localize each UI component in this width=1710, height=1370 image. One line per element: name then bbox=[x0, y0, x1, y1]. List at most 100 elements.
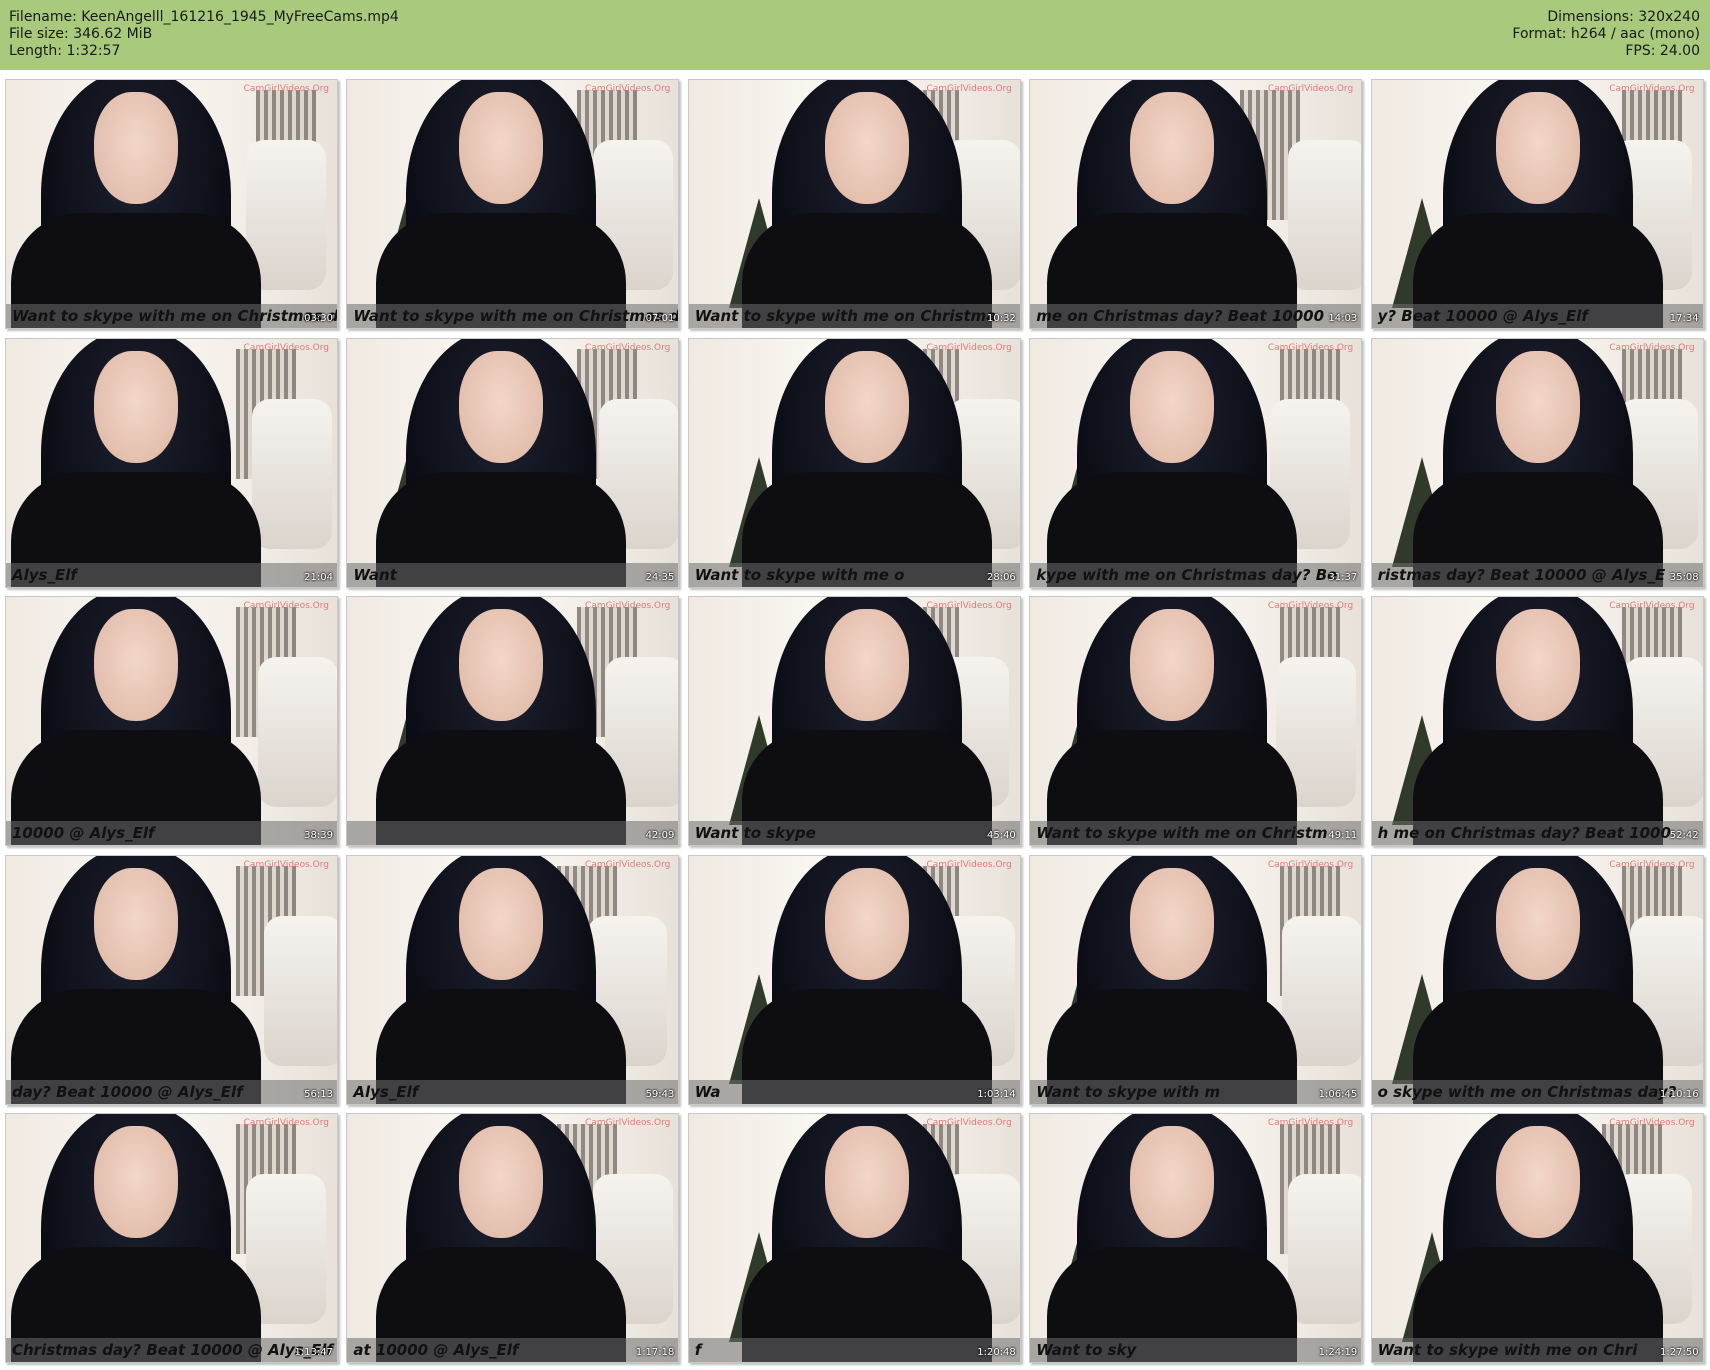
thumbnail[interactable]: CamGirlVideos.Org Want to sky 1:24:19 bbox=[1029, 1113, 1363, 1363]
timestamp: 49:11 bbox=[1328, 830, 1358, 841]
caption-text: Want bbox=[353, 565, 397, 584]
video-frame bbox=[6, 338, 337, 587]
watermark: CamGirlVideos.Org bbox=[1267, 84, 1354, 94]
timestamp: 1:06:45 bbox=[1318, 1088, 1358, 1100]
caption-bar bbox=[688, 1079, 1020, 1104]
dimensions-text: Dimensions: 320x240 bbox=[1547, 9, 1700, 25]
watermark: CamGirlVideos.Org bbox=[243, 84, 329, 94]
video-frame bbox=[1030, 597, 1362, 845]
timestamp: 1:13:47 bbox=[294, 1347, 333, 1358]
timestamp: 1:27:50 bbox=[1660, 1347, 1699, 1358]
thumbnail[interactable]: CamGirlVideos.Org Alys_Elf 21:04 bbox=[5, 337, 338, 588]
watermark: CamGirlVideos.Org bbox=[243, 859, 329, 870]
watermark: CamGirlVideos.Org bbox=[585, 1118, 671, 1128]
caption-text: Want to skype with me on Christm bbox=[1036, 824, 1328, 842]
meta-right: Dimensions: 320x240 Format: h264 / aac (… bbox=[1512, 9, 1700, 60]
thumbnail[interactable]: CamGirlVideos.Org Want 24:35 bbox=[346, 337, 680, 588]
thumbnail[interactable]: CamGirlVideos.Org Christmas day? Beat 100… bbox=[5, 1113, 338, 1363]
timestamp: 1:17:18 bbox=[635, 1347, 675, 1358]
format-text: Format: h264 / aac (mono) bbox=[1512, 26, 1700, 42]
caption-text: Want to skype bbox=[694, 824, 816, 842]
watermark: CamGirlVideos.Org bbox=[1267, 1118, 1354, 1128]
video-frame bbox=[6, 855, 337, 1104]
thumbnail[interactable]: CamGirlVideos.Org 10000 @ Alys_Elf 38:39 bbox=[5, 596, 338, 846]
caption-bar bbox=[688, 1338, 1020, 1362]
caption-text: Want to skype with me o bbox=[694, 565, 905, 584]
thumbnail[interactable]: CamGirlVideos.Org ristmas day? Beat 10000… bbox=[1370, 337, 1704, 588]
info-header: Filename: KeenAngelll_161216_1945_MyFree… bbox=[0, 0, 1710, 70]
video-frame bbox=[347, 855, 679, 1104]
thumbnail[interactable]: CamGirlVideos.Org Wa 1:03:14 bbox=[687, 854, 1021, 1105]
video-frame bbox=[1030, 1114, 1362, 1362]
video-frame bbox=[1371, 855, 1703, 1104]
thumbnail[interactable]: CamGirlVideos.Org Want to skype with me o… bbox=[346, 79, 680, 329]
caption-bar bbox=[347, 821, 679, 845]
video-frame bbox=[1030, 338, 1362, 587]
watermark: CamGirlVideos.Org bbox=[926, 342, 1012, 353]
watermark: CamGirlVideos.Org bbox=[243, 1118, 329, 1128]
thumbnail[interactable]: CamGirlVideos.Org kype with me on Christm… bbox=[1029, 337, 1363, 588]
video-frame bbox=[1371, 80, 1703, 328]
thumbnail[interactable]: CamGirlVideos.Org Want to skype with me o… bbox=[687, 79, 1021, 329]
timestamp: 1:24:19 bbox=[1318, 1347, 1358, 1358]
thumbnail[interactable]: CamGirlVideos.Org o skype with me on Chri… bbox=[1370, 854, 1704, 1105]
video-frame bbox=[347, 338, 679, 587]
video-frame bbox=[6, 597, 337, 845]
caption-text: me on Christmas day? Beat 10000 bbox=[1036, 307, 1325, 325]
caption-text: Want to skype with me on Christmas d bbox=[353, 307, 680, 325]
timestamp: 14:03 bbox=[1328, 313, 1358, 324]
video-frame bbox=[688, 1114, 1020, 1362]
thumbnail[interactable]: CamGirlVideos.Org Want to skype with me o… bbox=[687, 337, 1021, 588]
timestamp: 38:39 bbox=[304, 830, 333, 841]
thumbnail[interactable]: CamGirlVideos.Org Want to skype with me o… bbox=[5, 79, 338, 329]
watermark: CamGirlVideos.Org bbox=[1267, 342, 1354, 353]
thumbnail-grid: CamGirlVideos.Org Want to skype with me o… bbox=[5, 79, 1707, 1367]
thumbnail[interactable]: CamGirlVideos.Org Alys_Elf 59:43 bbox=[346, 854, 680, 1105]
timestamp: 35:08 bbox=[1669, 571, 1699, 583]
video-frame bbox=[688, 855, 1020, 1104]
video-frame bbox=[688, 597, 1020, 845]
watermark: CamGirlVideos.Org bbox=[1609, 601, 1695, 611]
thumbnail[interactable]: CamGirlVideos.Org Want to skype with me o… bbox=[1370, 1113, 1704, 1363]
timestamp: 17:34 bbox=[1669, 313, 1699, 324]
thumbnail[interactable]: CamGirlVideos.Org 42:09 bbox=[346, 596, 680, 846]
timestamp: 07:01 bbox=[645, 313, 675, 324]
caption-text: Alys_Elf bbox=[353, 1082, 419, 1101]
caption-text: Want to skype with me on Christmas day? bbox=[12, 307, 338, 325]
thumbnail[interactable]: CamGirlVideos.Org day? Beat 10000 @ Alys_… bbox=[5, 854, 338, 1105]
watermark: CamGirlVideos.Org bbox=[1267, 601, 1354, 611]
file-size-text: File size: 346.62 MiB bbox=[9, 26, 153, 42]
video-frame bbox=[347, 597, 679, 845]
thumbnail[interactable]: CamGirlVideos.Org at 10000 @ Alys_Elf 1:17… bbox=[346, 1113, 680, 1363]
watermark: CamGirlVideos.Org bbox=[926, 84, 1012, 94]
thumbnail[interactable]: CamGirlVideos.Org Want to skype 45:40 bbox=[687, 596, 1021, 846]
thumbnail[interactable]: CamGirlVideos.Org Want to skype with me o… bbox=[1029, 596, 1363, 846]
caption-text: ristmas day? Beat 10000 @ Alys_E bbox=[1377, 565, 1666, 584]
thumbnail[interactable]: CamGirlVideos.Org h me on Christmas day? … bbox=[1370, 596, 1704, 846]
thumbnail[interactable]: CamGirlVideos.Org Want to skype with m 1:0… bbox=[1029, 854, 1363, 1105]
caption-text: kype with me on Christmas day? Be bbox=[1036, 565, 1338, 584]
watermark: CamGirlVideos.Org bbox=[926, 601, 1012, 611]
thumbnail[interactable]: CamGirlVideos.Org me on Christmas day? Be… bbox=[1029, 79, 1363, 329]
timestamp: 42:09 bbox=[645, 830, 675, 841]
video-frame bbox=[1371, 338, 1703, 587]
timestamp: 03:30 bbox=[304, 313, 333, 324]
caption-text: o skype with me on Christmas day? bbox=[1377, 1082, 1677, 1101]
timestamp: 59:43 bbox=[645, 1088, 675, 1100]
video-frame bbox=[1371, 597, 1703, 845]
caption-text: f bbox=[694, 1341, 702, 1359]
video-frame bbox=[1030, 80, 1362, 328]
thumbnail[interactable]: CamGirlVideos.Org y? Beat 10000 @ Alys_El… bbox=[1370, 79, 1704, 329]
watermark: CamGirlVideos.Org bbox=[1609, 84, 1695, 94]
video-frame bbox=[6, 80, 337, 328]
timestamp: 56:13 bbox=[304, 1088, 333, 1100]
watermark: CamGirlVideos.Org bbox=[1609, 859, 1695, 870]
timestamp: 28:06 bbox=[986, 571, 1016, 583]
caption-text: 10000 @ Alys_Elf bbox=[12, 824, 155, 842]
timestamp: 10:32 bbox=[986, 313, 1016, 324]
timestamp: 1:03:14 bbox=[977, 1088, 1016, 1100]
caption-bar bbox=[347, 562, 679, 587]
caption-text: Want to skype with me on Chri bbox=[1377, 1341, 1638, 1359]
timestamp: 45:40 bbox=[986, 830, 1016, 841]
thumbnail[interactable]: CamGirlVideos.Org f 1:20:48 bbox=[687, 1113, 1021, 1363]
